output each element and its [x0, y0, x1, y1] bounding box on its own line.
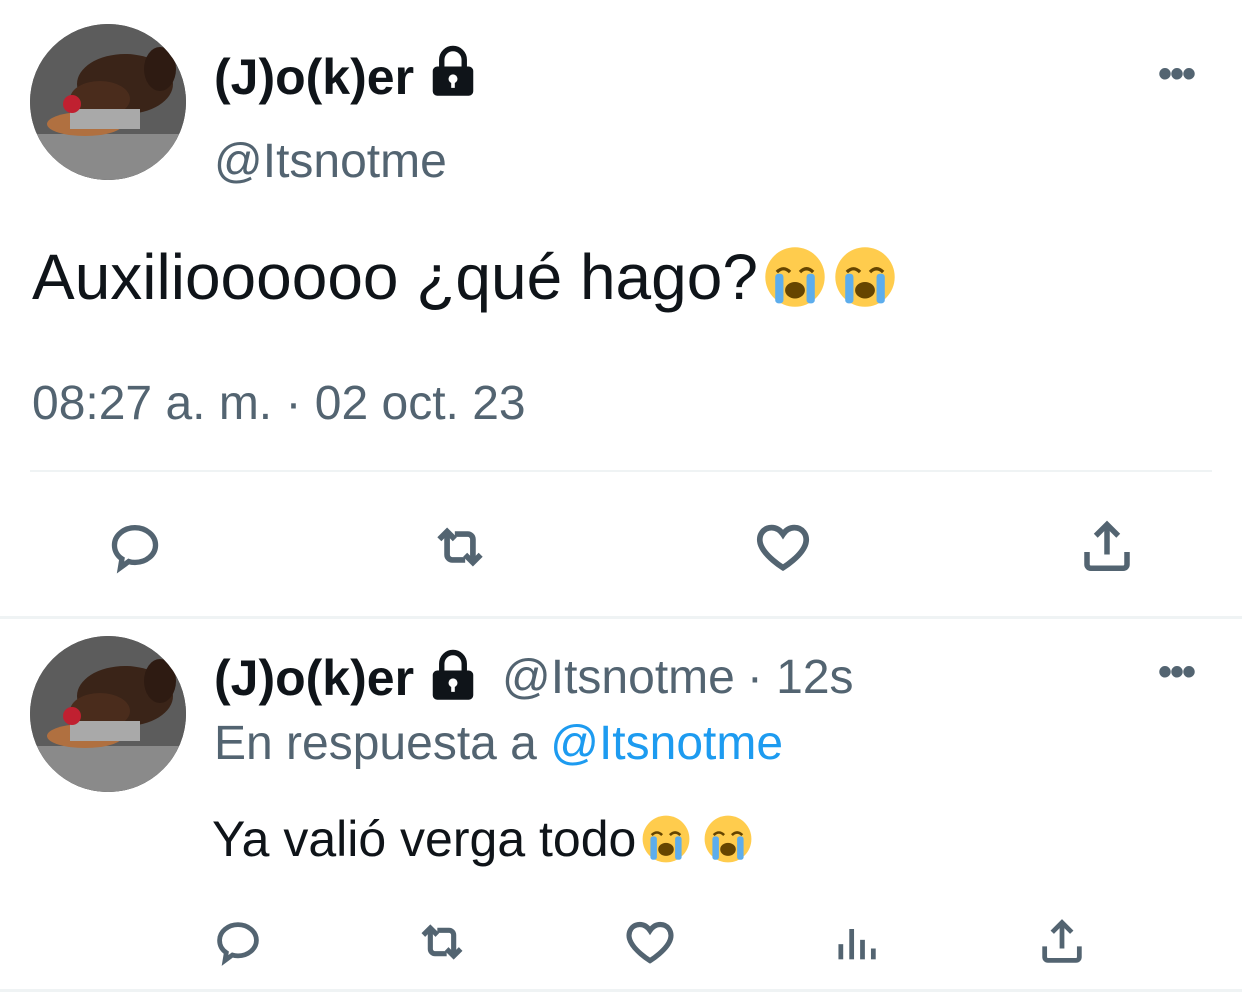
bottom-divider: [0, 989, 1242, 992]
reply-icon: [217, 922, 259, 966]
analytics-button[interactable]: [824, 910, 888, 974]
reply-header: (J)o(k)er @Itsnotme · 12s: [214, 648, 854, 707]
reply-icon: [111, 525, 159, 574]
reply-button[interactable]: [100, 512, 170, 582]
reply-button[interactable]: [206, 910, 270, 974]
avatar[interactable]: [30, 636, 186, 792]
tweet-text: Auxilioooooo ¿qué hago?: [32, 240, 898, 314]
display-name[interactable]: (J)o(k)er: [214, 44, 480, 110]
avatar[interactable]: [30, 24, 186, 180]
dog-photo: [30, 24, 186, 180]
retweet-button[interactable]: [410, 910, 474, 974]
analytics-icon: [838, 929, 876, 960]
replying-to-handle[interactable]: @Itsnotme: [550, 717, 783, 770]
dog-photo: [30, 636, 186, 792]
like-icon: [626, 921, 674, 964]
retweet-icon: [421, 924, 463, 960]
loudly-crying-face-icon: [640, 813, 692, 865]
share-icon: [1042, 919, 1082, 963]
more-options-icon[interactable]: •••: [1158, 650, 1196, 695]
like-button[interactable]: [618, 910, 682, 974]
reply-text: Ya valió verga todo: [212, 810, 754, 868]
display-name[interactable]: (J)o(k)er: [214, 649, 414, 707]
share-button[interactable]: [1030, 910, 1094, 974]
retweet-icon: [437, 527, 483, 567]
more-options-icon[interactable]: •••: [1158, 52, 1196, 97]
divider: [30, 470, 1212, 472]
timestamp[interactable]: 08:27 a. m. · 02 oct. 23: [32, 376, 526, 431]
loudly-crying-face-icon: [702, 813, 754, 865]
handle[interactable]: @Itsnotme: [502, 650, 735, 705]
handle[interactable]: @Itsnotme: [214, 134, 447, 189]
retweet-button[interactable]: [425, 512, 495, 582]
lock-icon: [426, 648, 480, 707]
share-button[interactable]: [1072, 512, 1142, 582]
loudly-crying-face-icon: [762, 244, 828, 310]
share-icon: [1084, 520, 1130, 571]
like-button[interactable]: [748, 512, 818, 582]
time-ago[interactable]: · 12s: [747, 650, 854, 705]
lock-icon: [426, 44, 480, 110]
loudly-crying-face-icon: [832, 244, 898, 310]
section-divider: [0, 616, 1242, 619]
like-icon: [756, 524, 810, 572]
replying-to: En respuesta a @Itsnotme: [214, 717, 784, 770]
